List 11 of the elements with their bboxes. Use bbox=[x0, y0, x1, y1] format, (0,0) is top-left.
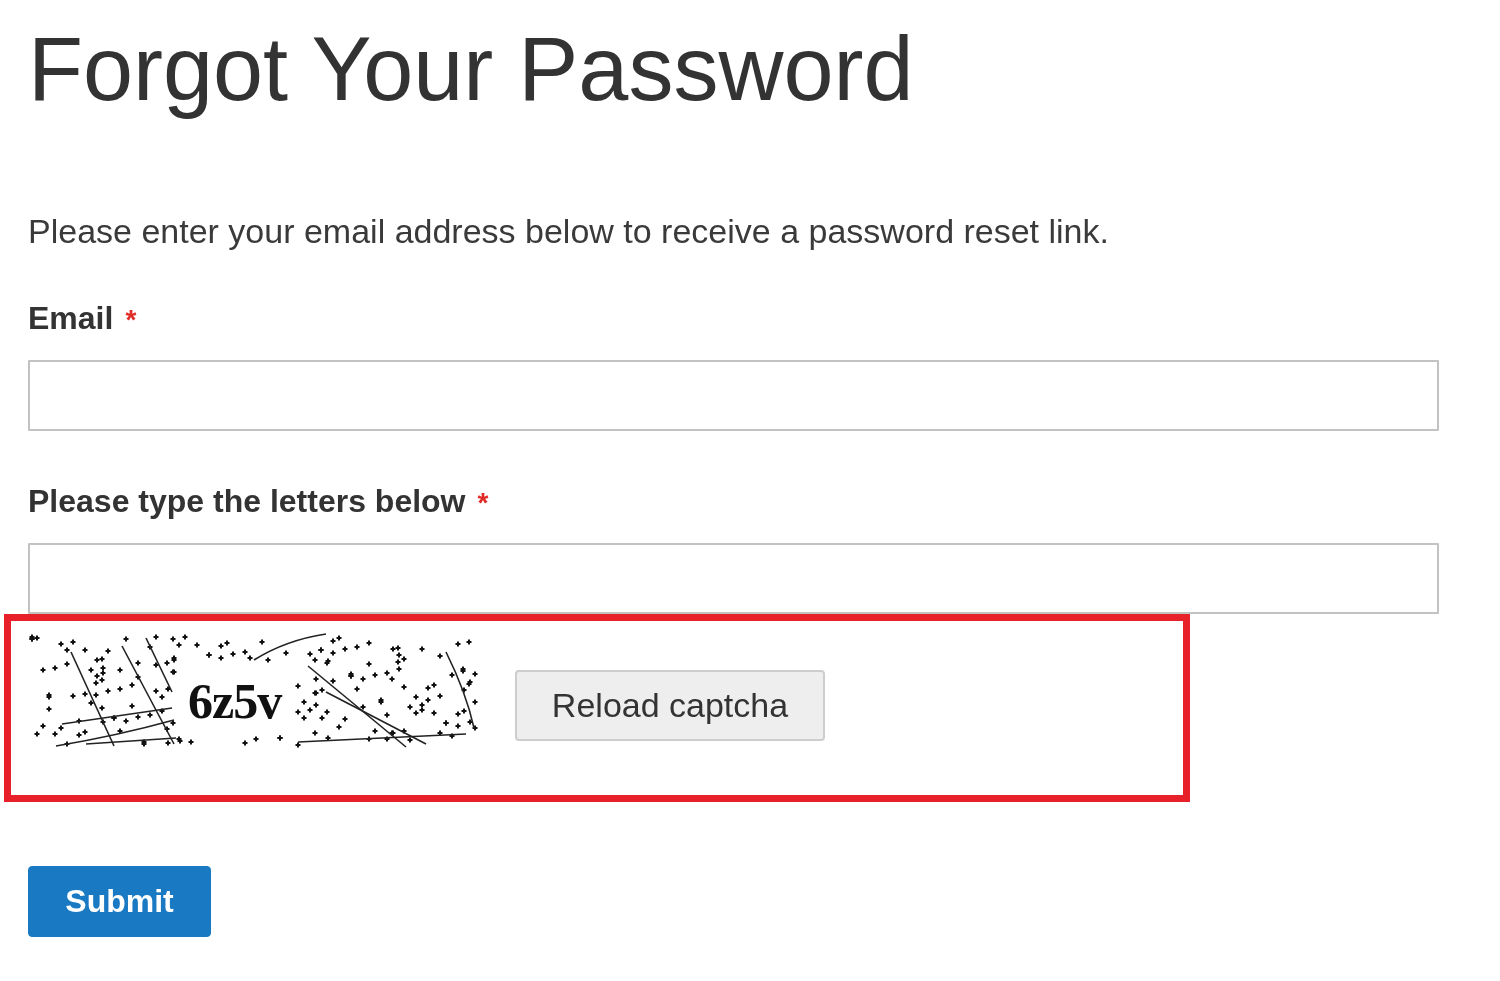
page-title: Forgot Your Password bbox=[28, 18, 914, 121]
captcha-text: 6z5v bbox=[188, 673, 282, 729]
reload-captcha-button[interactable]: Reload captcha bbox=[515, 670, 825, 741]
intro-text: Please enter your email address below to receive a password reset link. bbox=[28, 212, 1109, 250]
required-mark: * bbox=[477, 486, 489, 520]
field-label: Email bbox=[28, 300, 114, 336]
required-mark: * bbox=[125, 303, 137, 337]
submit-button[interactable]: Submit bbox=[28, 866, 211, 937]
email-input[interactable] bbox=[28, 360, 1439, 431]
captcha-input[interactable] bbox=[28, 543, 1439, 614]
field-label: Please type the letters below bbox=[28, 483, 466, 519]
